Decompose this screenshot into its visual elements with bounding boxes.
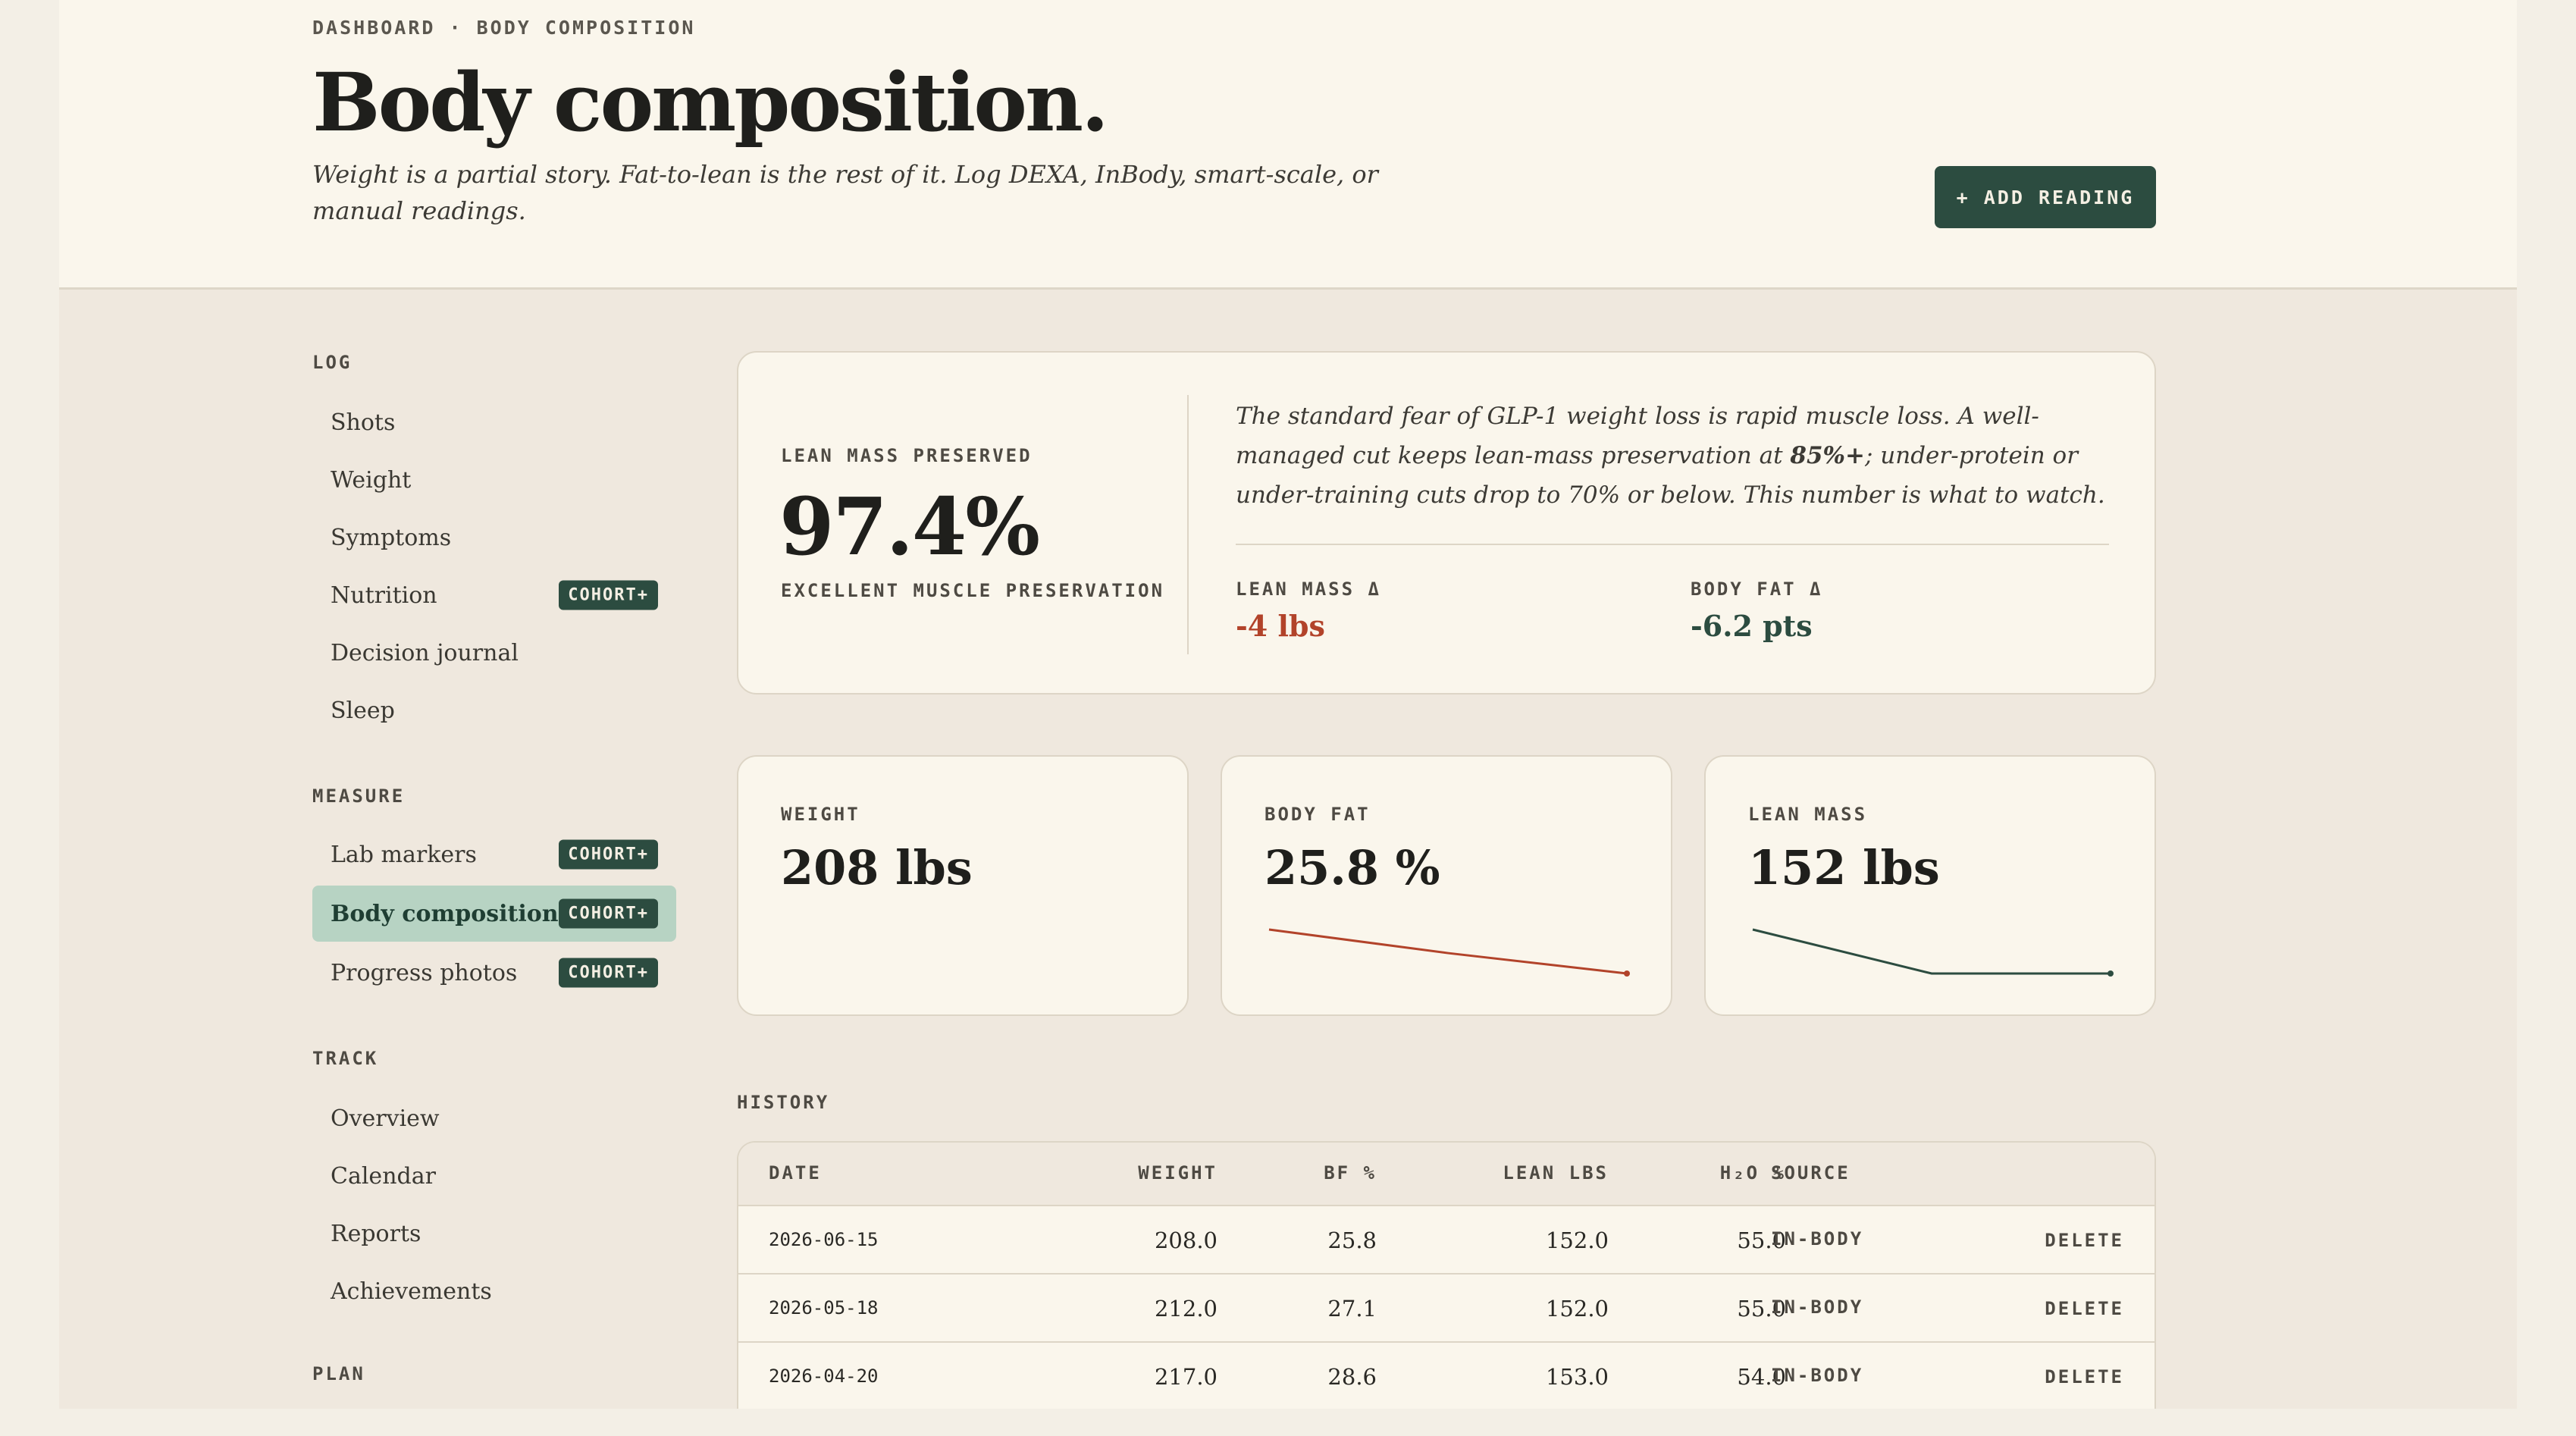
sidebar-item-label: Calendar xyxy=(331,1162,436,1190)
table-row: 2026-06-15 208.0 25.8 152.0 55.0 IN-BODY… xyxy=(738,1206,2155,1275)
stat-label: LEAN MASS xyxy=(1748,804,1868,825)
lean-delta-value: -4 lbs xyxy=(1236,609,1325,643)
cell-date: 2026-04-20 xyxy=(769,1365,879,1387)
cell-weight: 217.0 xyxy=(1154,1364,1217,1390)
sidebar-item-label: Body composition xyxy=(331,900,559,927)
sidebar-item-label: Shots xyxy=(331,409,396,436)
column-header: SOURCE xyxy=(1771,1162,1851,1184)
sidebar-item-label: Overview xyxy=(331,1105,440,1132)
stat-value: 25.8 % xyxy=(1264,840,1440,895)
column-header: DATE xyxy=(769,1162,822,1184)
sidebar-item-label: Achievements xyxy=(331,1278,492,1305)
sidebar-section-measure: MEASURE xyxy=(312,785,406,807)
sidebar-item-weight[interactable]: Weight xyxy=(312,452,676,508)
sidebar-section-track: TRACK xyxy=(312,1048,379,1069)
sidebar-section-plan: PLAN xyxy=(312,1363,365,1384)
fat-delta-label: BODY FAT Δ xyxy=(1691,578,1823,600)
cell-source: IN-BODY xyxy=(1771,1296,1864,1318)
weight-stat-card: WEIGHT 208 lbs xyxy=(737,755,1189,1016)
sparkline-end-point xyxy=(1624,970,1630,977)
cohort-badge: COHORT+ xyxy=(559,898,658,929)
note-bold: 85%+ xyxy=(1790,442,1865,469)
delete-button[interactable]: DELETE xyxy=(2045,1366,2124,1387)
sidebar-item-label: Decision journal xyxy=(331,639,519,666)
sidebar-item-body-composition[interactable]: Body composition COHORT+ xyxy=(312,886,676,942)
cell-weight: 212.0 xyxy=(1154,1296,1217,1322)
breadcrumb: DASHBOARD · BODY COMPOSITION xyxy=(312,17,696,39)
history-title: HISTORY xyxy=(737,1092,830,1113)
note-divider xyxy=(1236,544,2109,545)
stat-label: BODY FAT xyxy=(1264,804,1371,825)
page-title: Body composition. xyxy=(312,55,1109,149)
sidebar-item-reports[interactable]: Reports xyxy=(312,1206,676,1262)
app-frame: DASHBOARD · BODY COMPOSITION Body compos… xyxy=(59,0,2517,1409)
cell-lean: 152.0 xyxy=(1545,1296,1609,1322)
delete-button[interactable]: DELETE xyxy=(2045,1230,2124,1251)
body-fat-sparkline xyxy=(1268,928,1630,977)
sidebar-item-label: Lab markers xyxy=(331,841,477,868)
lean-mass-label: LEAN MASS PRESERVED xyxy=(781,445,1033,466)
cell-lean: 152.0 xyxy=(1545,1227,1609,1253)
sidebar-item-nutrition[interactable]: Nutrition COHORT+ xyxy=(312,567,676,623)
stat-label: WEIGHT xyxy=(781,804,860,825)
column-header: WEIGHT xyxy=(1138,1162,1217,1184)
cell-source: IN-BODY xyxy=(1771,1228,1864,1249)
sidebar-item-label: Progress photos xyxy=(331,959,518,986)
cell-bf: 25.8 xyxy=(1327,1227,1377,1253)
sidebar-item-label: Symptoms xyxy=(331,524,452,551)
lean-mass-value: 97.4% xyxy=(779,480,1040,573)
cell-bf: 28.6 xyxy=(1327,1364,1377,1390)
sparkline-line xyxy=(1752,928,2111,975)
lean-mass-verdict: EXCELLENT MUSCLE PRESERVATION xyxy=(781,580,1165,601)
cell-weight: 208.0 xyxy=(1154,1227,1217,1253)
stat-value: 152 lbs xyxy=(1748,840,1940,895)
sidebar-item-label: Weight xyxy=(331,466,412,494)
sidebar-item-label: Sleep xyxy=(331,697,395,724)
cohort-badge: COHORT+ xyxy=(559,839,658,870)
sidebar-item-sleep[interactable]: Sleep xyxy=(312,682,676,738)
sidebar-item-overview[interactable]: Overview xyxy=(312,1090,676,1146)
table-row: 2026-05-18 212.0 27.1 152.0 55.0 IN-BODY… xyxy=(738,1275,2155,1343)
lean-mass-note: The standard fear of GLP-1 weight loss i… xyxy=(1236,397,2115,515)
cell-bf: 27.1 xyxy=(1327,1296,1377,1322)
history-table: DATE WEIGHT BF % LEAN LBS H₂O % SOURCE 2… xyxy=(737,1141,2156,1409)
column-header: LEAN LBS xyxy=(1503,1162,1609,1184)
cell-lean: 153.0 xyxy=(1545,1364,1609,1390)
lean-mass-card: LEAN MASS PRESERVED 97.4% EXCELLENT MUSC… xyxy=(737,351,2156,694)
page-subtitle: Weight is a partial story. Fat-to-lean i… xyxy=(312,160,1378,225)
cell-date: 2026-05-18 xyxy=(769,1297,879,1318)
lean-mass-sparkline xyxy=(1752,928,2114,977)
lean-mass-stat-card: LEAN MASS 152 lbs xyxy=(1704,755,2156,1016)
sparkline-line xyxy=(1268,928,1628,975)
add-reading-button[interactable]: + ADD READING xyxy=(1935,166,2156,228)
cell-source: IN-BODY xyxy=(1771,1365,1864,1386)
sidebar-item-symptoms[interactable]: Symptoms xyxy=(312,509,676,566)
column-header: BF % xyxy=(1324,1162,1377,1184)
body-fat-stat-card: BODY FAT 25.8 % xyxy=(1221,755,1672,1016)
page-header: DASHBOARD · BODY COMPOSITION Body compos… xyxy=(59,0,2517,290)
sidebar-item-shots[interactable]: Shots xyxy=(312,394,676,450)
card-divider xyxy=(1187,395,1189,654)
sidebar-item-lab-markers[interactable]: Lab markers COHORT+ xyxy=(312,826,676,883)
sparkline-end-point xyxy=(2107,970,2114,977)
delete-button[interactable]: DELETE xyxy=(2045,1298,2124,1319)
lean-delta-label: LEAN MASS Δ xyxy=(1236,578,1381,600)
sidebar-item-decision-journal[interactable]: Decision journal xyxy=(312,625,676,681)
fat-delta-value: -6.2 pts xyxy=(1691,609,1813,643)
table-header: DATE WEIGHT BF % LEAN LBS H₂O % SOURCE xyxy=(738,1143,2155,1206)
sidebar-item-calendar[interactable]: Calendar xyxy=(312,1148,676,1204)
sidebar-item-achievements[interactable]: Achievements xyxy=(312,1263,676,1319)
cohort-badge: COHORT+ xyxy=(559,580,658,610)
sidebar-section-log: LOG xyxy=(312,352,353,373)
sidebar-item-progress-photos[interactable]: Progress photos COHORT+ xyxy=(312,945,676,1001)
cohort-badge: COHORT+ xyxy=(559,958,658,988)
stat-value: 208 lbs xyxy=(781,840,973,895)
sidebar-item-label: Nutrition xyxy=(331,582,437,609)
table-row: 2026-04-20 217.0 28.6 153.0 54.0 IN-BODY… xyxy=(738,1343,2155,1409)
sidebar-item-label: Reports xyxy=(331,1220,421,1247)
cell-date: 2026-06-15 xyxy=(769,1229,879,1250)
